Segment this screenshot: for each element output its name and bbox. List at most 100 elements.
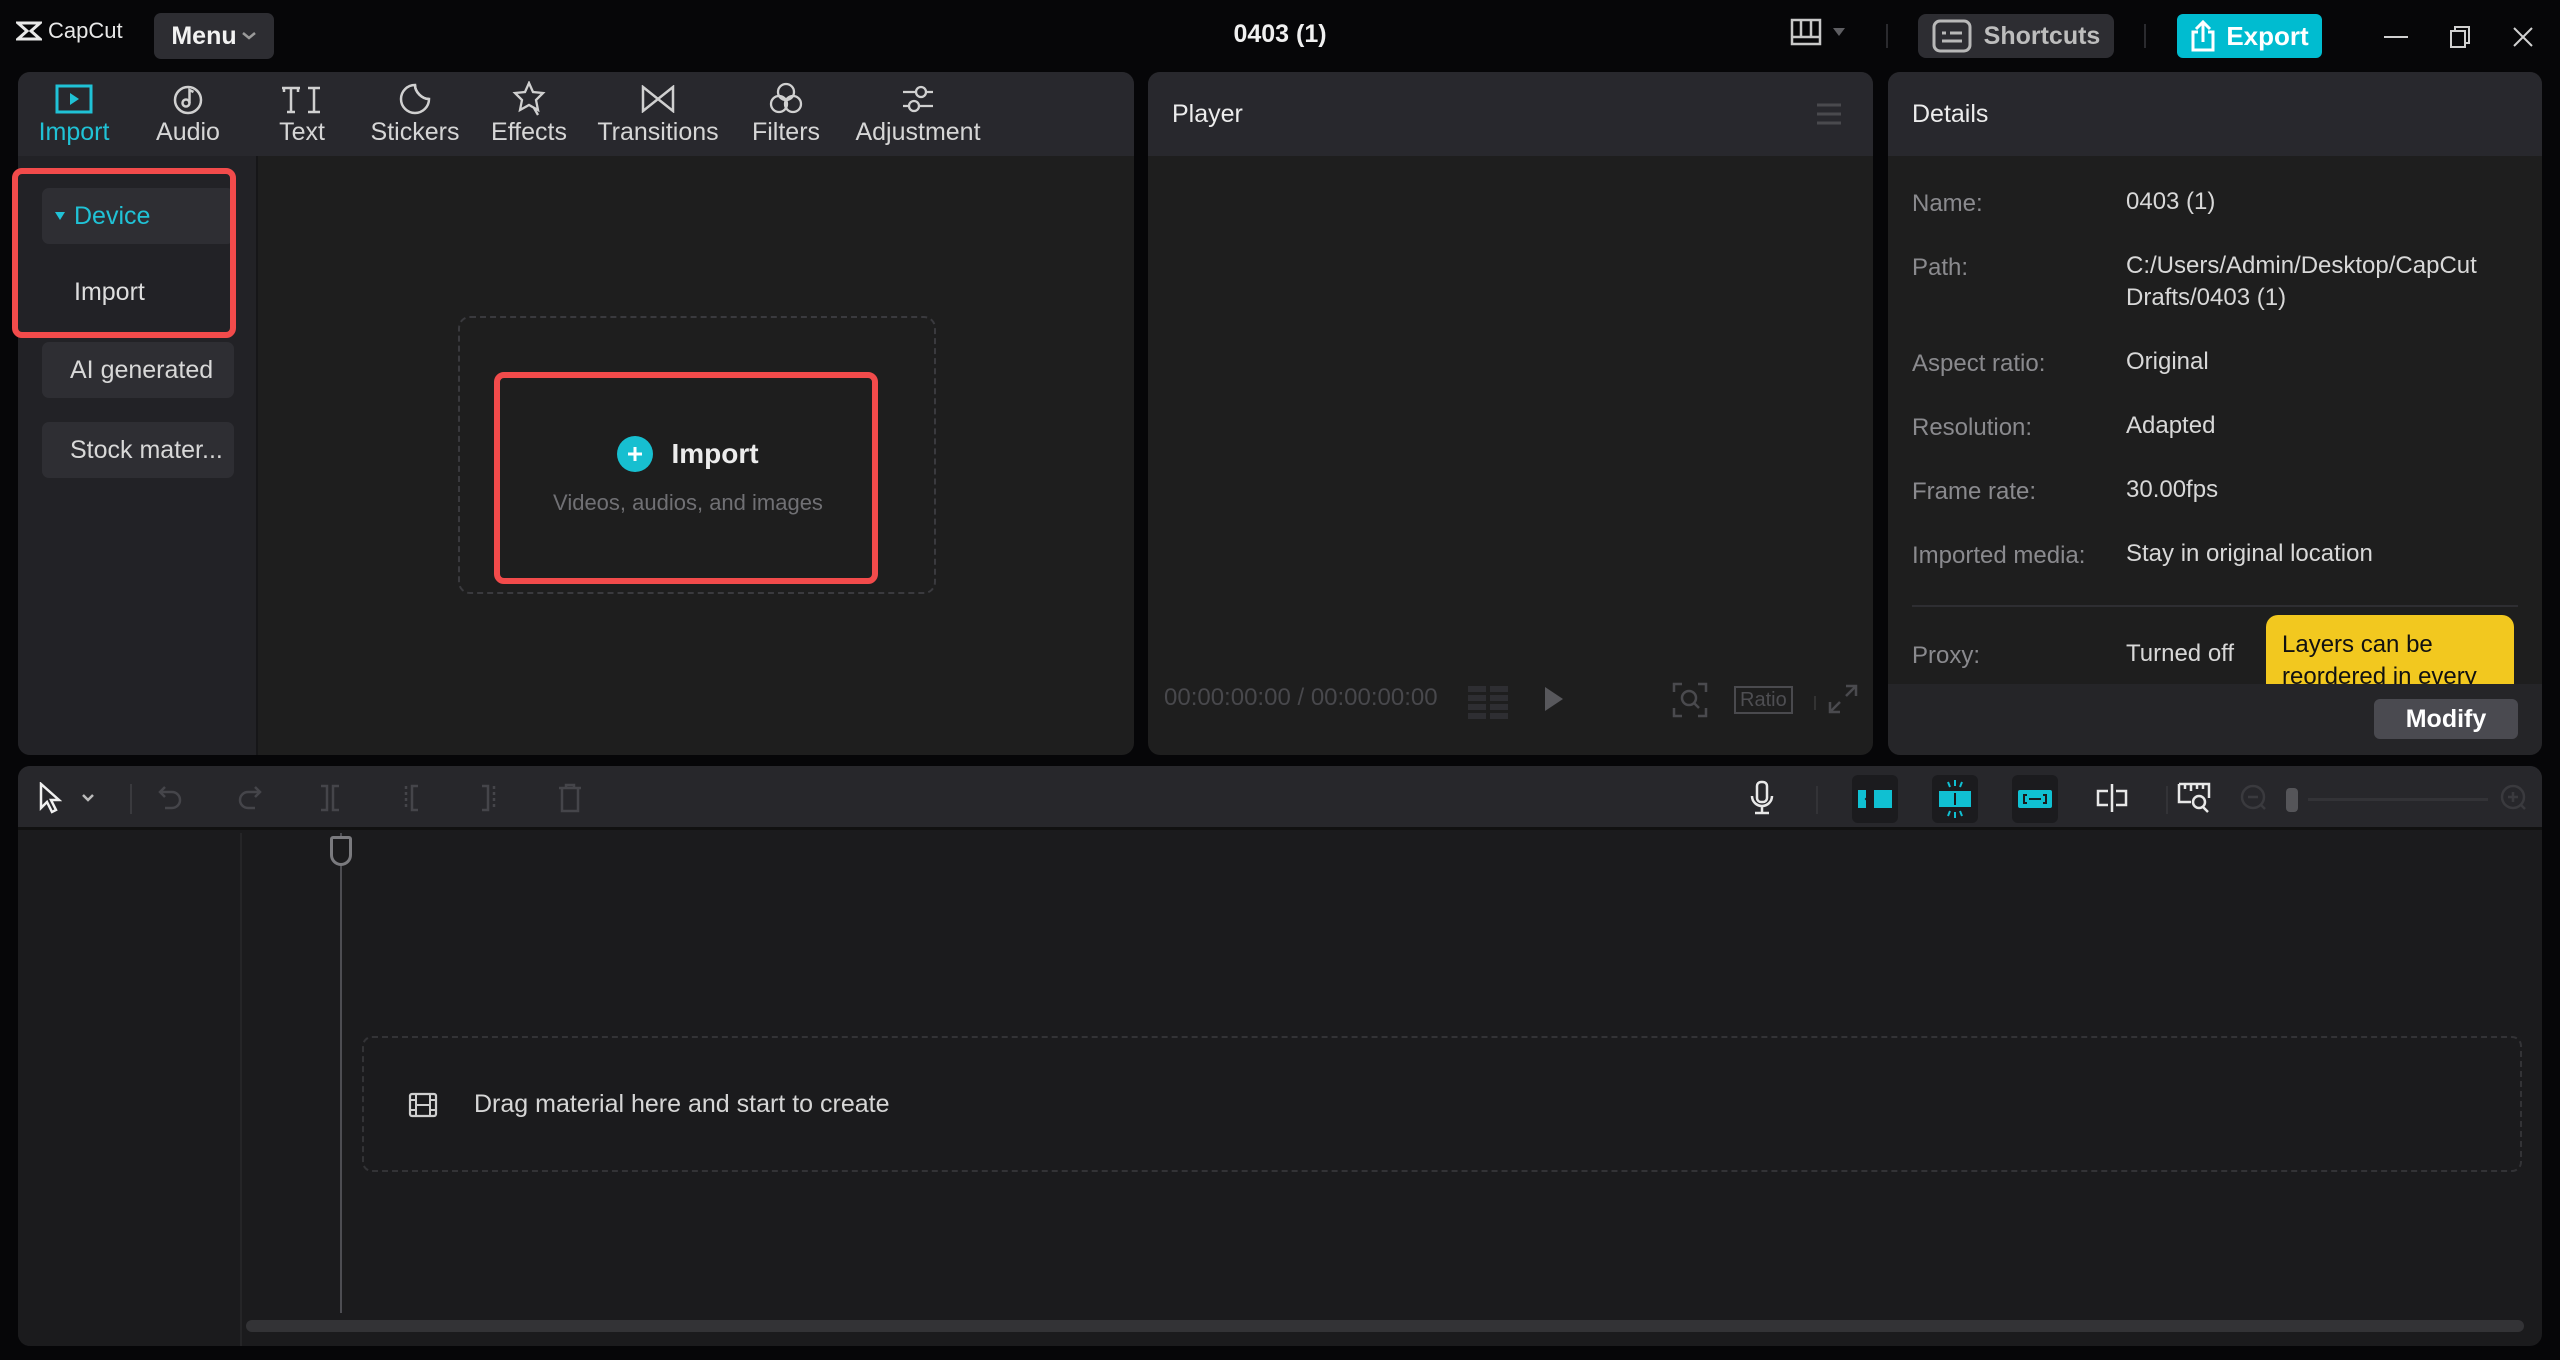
export-label: Export [2226, 20, 2309, 51]
tab-label: Adjustment [855, 118, 981, 146]
split-icon [321, 784, 339, 812]
delete-button[interactable] [552, 780, 588, 816]
player-menu-button[interactable] [1815, 102, 1843, 131]
details-panel: Details Name: 0403 (1) Path: C:/Users/Ad… [1888, 72, 2542, 755]
player-header: Player [1148, 72, 1873, 156]
plus-circle-icon [617, 436, 654, 472]
filters-icon [769, 82, 803, 114]
audio-icon [173, 85, 203, 115]
layout-button[interactable] [1790, 18, 1846, 46]
media-tabs: Import Audio Text Stickers Effects Trans… [18, 72, 994, 156]
playhead-handle[interactable] [330, 836, 352, 866]
restore-button[interactable] [2443, 20, 2477, 54]
detail-value: Stay in original location [2126, 540, 2373, 567]
keyboard-icon [1932, 19, 1972, 53]
export-button[interactable]: Export [2177, 14, 2322, 58]
tab-label: Audio [156, 118, 220, 146]
shortcuts-button[interactable]: Shortcuts [1918, 14, 2114, 58]
effects-icon [512, 81, 546, 116]
player-panel: Player 00:00:00:00 / 00:00:00:00 Ratio [1148, 72, 1873, 755]
tab-stickers[interactable]: Stickers [358, 72, 472, 156]
sidebar-item-device[interactable]: Device [42, 188, 234, 244]
redo-icon [238, 786, 262, 810]
close-icon [2513, 27, 2533, 47]
record-audio-button[interactable] [1744, 780, 1780, 816]
stickers-icon [399, 83, 431, 115]
timecode: 00:00:00:00 / 00:00:00:00 [1164, 684, 1438, 711]
chevron-down-icon [82, 794, 94, 802]
undo-button[interactable] [152, 780, 188, 816]
tab-audio[interactable]: Audio [130, 72, 246, 156]
detail-value: 30.00fps [2126, 476, 2219, 503]
zoom-out-button[interactable] [2236, 780, 2272, 816]
select-tool-dropdown[interactable] [78, 780, 98, 816]
select-tool-button[interactable] [32, 780, 68, 816]
close-button[interactable] [2506, 20, 2540, 54]
playhead-line[interactable] [340, 833, 342, 1313]
tab-adjustment[interactable]: Adjustment [842, 72, 994, 156]
sidebar-item-label: Stock mater... [70, 435, 223, 464]
delete-right-button[interactable] [472, 780, 508, 816]
linkage-toggle[interactable] [2012, 775, 2058, 823]
sidebar-item-ai-generated[interactable]: AI generated [42, 342, 234, 398]
current-time: 00:00:00:00 [1164, 684, 1291, 711]
divider [1814, 696, 1816, 710]
modify-button[interactable]: Modify [2374, 699, 2518, 739]
sidebar-item-import[interactable]: Import [74, 278, 145, 307]
tab-effects[interactable]: Effects [472, 72, 586, 156]
capcut-logo-icon [16, 21, 42, 41]
play-button[interactable] [1542, 684, 1566, 719]
split-button[interactable] [312, 780, 348, 816]
film-icon [408, 1092, 438, 1117]
restore-icon [2450, 26, 2470, 48]
import-button[interactable]: Import Videos, audios, and images [498, 374, 878, 578]
sidebar-item-label: Device [74, 201, 151, 230]
timeline-panel: Drag material here and start to create [18, 766, 2542, 1346]
tooltip: Layers can be reordered in every [2266, 615, 2514, 685]
menu-button[interactable]: Menu [154, 13, 274, 59]
delete-left-button[interactable] [392, 780, 428, 816]
zoom-in-button[interactable] [2496, 780, 2532, 816]
tab-text[interactable]: Text [246, 72, 358, 156]
trim-right-icon [482, 784, 496, 812]
total-time: 00:00:00:00 [1310, 684, 1438, 711]
zoom-slider-track[interactable] [2308, 798, 2488, 801]
ratio-button[interactable]: Ratio [1734, 686, 1793, 714]
fullscreen-button[interactable] [1828, 684, 1858, 719]
main-track-magnet-toggle[interactable] [1852, 775, 1898, 823]
chevron-down-icon [241, 32, 256, 40]
media-sidebar: Device Import AI generated Stock mater..… [18, 156, 258, 755]
horizontal-scrollbar[interactable] [246, 1320, 2524, 1332]
detail-value: Original [2126, 348, 2209, 375]
zoom-preview-button[interactable] [1672, 682, 1708, 723]
title-bar: CapCut Menu 0403 (1) Shortcuts Export [0, 0, 2560, 70]
link-icon [2018, 790, 2052, 808]
import-drop-zone[interactable]: Import Videos, audios, and images [458, 316, 936, 594]
tab-label: Text [279, 118, 325, 146]
minimize-button[interactable] [2379, 20, 2413, 54]
tab-import[interactable]: Import [18, 72, 130, 156]
caret-down-icon [55, 212, 65, 220]
detail-value: Adapted [2126, 412, 2216, 439]
media-tabs-bar: Import Audio Text Stickers Effects Trans… [18, 72, 1134, 156]
auto-snap-toggle[interactable] [1932, 775, 1978, 823]
tab-transitions[interactable]: Transitions [586, 72, 730, 156]
zoom-in-icon [2500, 784, 2526, 810]
tab-filters[interactable]: Filters [730, 72, 842, 156]
tab-label: Transitions [597, 118, 719, 146]
track-headers [18, 833, 242, 1346]
adjustment-icon [903, 85, 933, 113]
divider [2166, 786, 2168, 814]
minimize-icon [2384, 36, 2408, 38]
zoom-slider-handle[interactable] [2286, 788, 2298, 812]
cursor-icon [39, 782, 62, 814]
preview-axis-button[interactable] [2094, 780, 2130, 816]
shortcuts-label: Shortcuts [1983, 21, 2101, 50]
detail-label: Path: [1912, 254, 1969, 281]
sidebar-item-stock-material[interactable]: Stock mater... [42, 422, 234, 478]
player-controls: 00:00:00:00 / 00:00:00:00 Ratio [1148, 674, 1873, 724]
redo-button[interactable] [232, 780, 268, 816]
play-icon [1545, 687, 1563, 711]
zoom-to-fit-button[interactable] [2176, 780, 2212, 816]
divider [1912, 605, 2518, 607]
